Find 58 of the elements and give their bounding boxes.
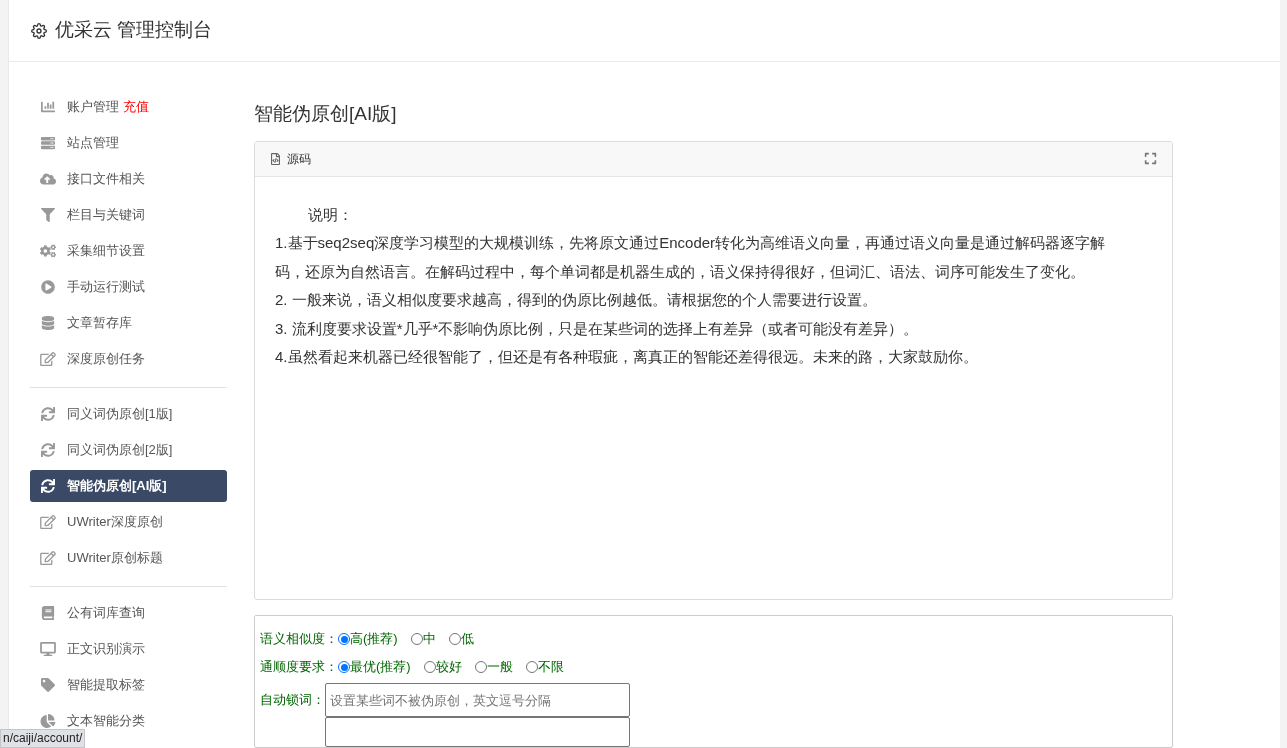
refresh-icon: [40, 479, 56, 493]
tag-icon: [40, 678, 56, 692]
radio-option[interactable]: 最优(推荐): [338, 657, 411, 677]
paragraph: 1.基于seq2seq深度学习模型的大规模训练，先将原文通过Encoder转化为高维语义向量，再通过语义向量是通过解码器逐字解码，还原为自然语言。在解码过程中，每个单词都是机器生成的，语义保持得很好，但词汇、语法、词序可能发生了变化。: [275, 233, 1107, 282]
status-url: n/caiji/account/: [0, 729, 86, 748]
lock-words-field[interactable]: 设置某些词不被伪原创，英文逗号分隔: [325, 683, 630, 717]
paragraph: 2. 一般来说，语义相似度要求越高，得到的伪原比例越低。请根据您的个人需要进行设置。: [275, 290, 878, 310]
sidebar-item[interactable]: 智能提取标签: [30, 669, 227, 701]
server-icon: [40, 136, 56, 150]
sidebar-item[interactable]: 文章暂存库: [30, 307, 227, 339]
monitor-icon: [40, 642, 56, 656]
radio-option[interactable]: 低: [448, 629, 474, 649]
heading-text: 说明：: [307, 204, 354, 225]
sidebar-item[interactable]: 账户管理 充值: [30, 91, 227, 123]
bar-chart-icon: [40, 100, 56, 114]
refresh-icon: [40, 407, 56, 421]
radio-option[interactable]: 高(推荐): [338, 629, 398, 649]
database-icon: [40, 316, 56, 330]
pie-chart-icon: [40, 714, 56, 728]
sidebar-item[interactable]: 同义词伪原创[1版]: [30, 398, 227, 430]
text-area[interactable]: [325, 717, 630, 747]
option-label: 自动锁词：: [260, 691, 325, 709]
file-code-icon: [270, 152, 281, 165]
sidebar-item[interactable]: 公有词库查询: [30, 597, 227, 629]
radio-option[interactable]: 不限: [525, 657, 564, 677]
edit-icon: [40, 515, 56, 529]
page-title: 智能伪原创[AI版]: [254, 102, 398, 126]
sidebar-item[interactable]: UWriter深度原创: [30, 506, 227, 538]
sidebar-item[interactable]: 深度原创任务: [30, 343, 227, 375]
option-label: 语义相似度：: [260, 630, 338, 649]
sidebar-item[interactable]: 接口文件相关: [30, 163, 227, 195]
refresh-icon: [40, 443, 56, 457]
filter-icon: [40, 208, 56, 222]
settings-icon: [31, 22, 47, 39]
sidebar-item[interactable]: 栏目与关键词: [30, 199, 227, 231]
sidebar-item[interactable]: 站点管理: [30, 127, 227, 159]
sidebar-item[interactable]: 手动运行测试: [30, 271, 227, 303]
sidebar-item[interactable]: 采集细节设置: [30, 235, 227, 267]
radio-option[interactable]: 一般: [474, 657, 513, 677]
book-icon: [40, 606, 56, 620]
paragraph: 3. 流利度要求设置*几乎*不影响伪原比例，只是在某些词的选择上有差异（或者可能没有差异）。: [275, 318, 920, 339]
cloud-upload-icon: [40, 172, 56, 186]
source-button[interactable]: 源码: [287, 149, 311, 168]
edit-icon: [40, 352, 56, 366]
sidebar-item[interactable]: UWriter原创标题: [30, 542, 227, 574]
recharge-link[interactable]: 充值: [123, 97, 149, 117]
radio-option[interactable]: 较好: [423, 657, 462, 677]
app-title: 优采云 管理控制台: [55, 18, 213, 43]
sidebar-item[interactable]: 正文识别演示: [30, 633, 227, 665]
option-label: 通顺度要求：: [260, 658, 338, 677]
edit-icon: [40, 551, 56, 565]
paragraph: 4.虽然看起来机器已经很智能了，但还是有各种瑕疵，离真正的智能还差得很远。未来的路，大家鼓励你。: [275, 347, 979, 367]
radio-option[interactable]: 中: [410, 629, 436, 649]
sidebar-item[interactable]: 同义词伪原创[2版]: [30, 434, 227, 466]
settings-icon: [40, 244, 56, 258]
fullscreen-icon[interactable]: [1144, 152, 1157, 165]
sidebar-item[interactable]: 智能伪原创[AI版]: [30, 470, 227, 502]
play-icon: [40, 280, 56, 294]
